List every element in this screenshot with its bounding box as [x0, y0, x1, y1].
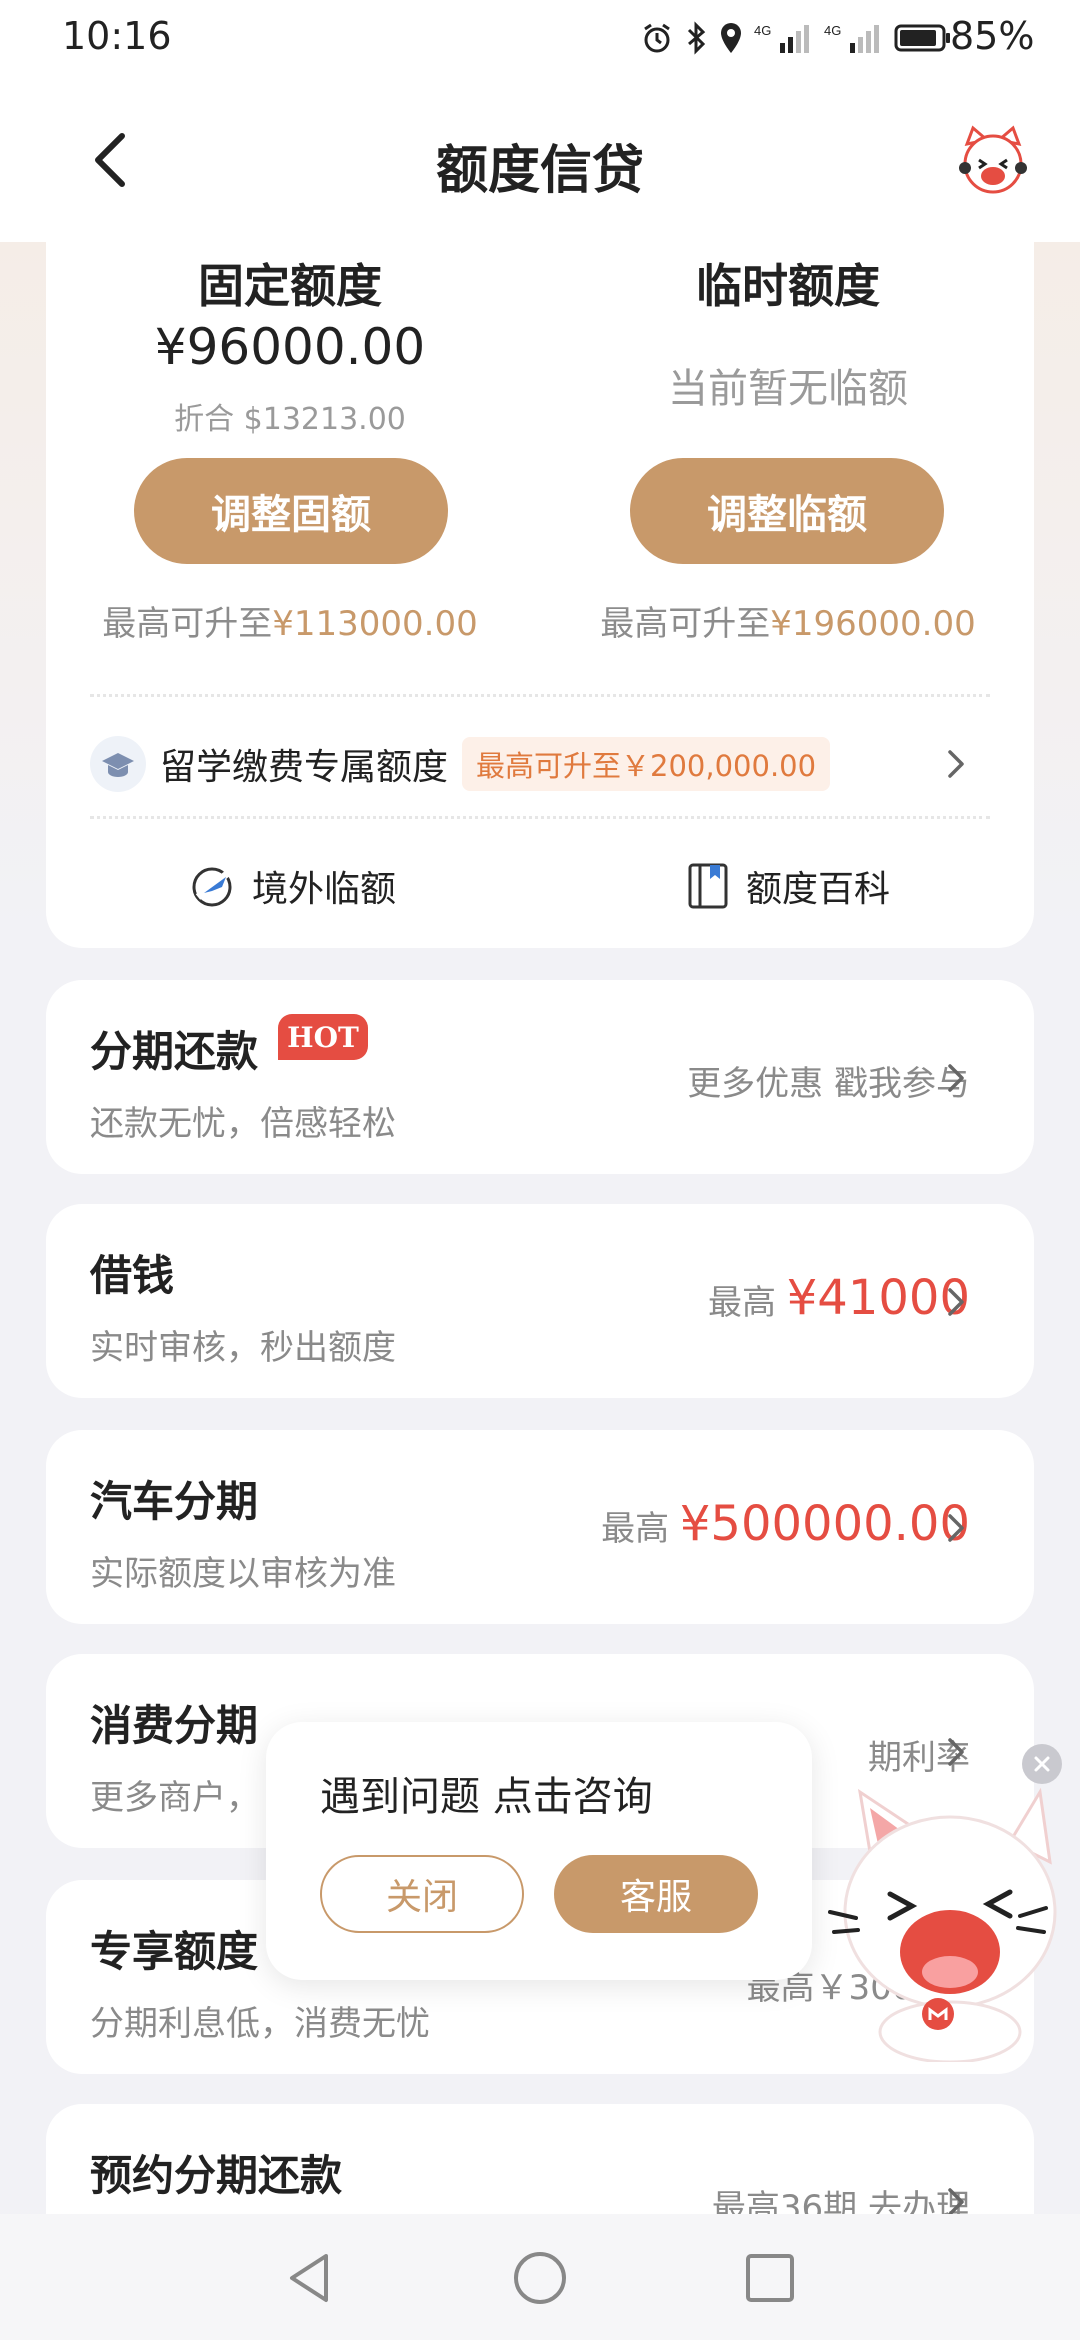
chevron-right-icon: [948, 1514, 964, 1542]
study-abroad-row[interactable]: 留学缴费专属额度 最高可升至￥200,000.00: [90, 730, 990, 798]
battery-icon: [894, 24, 950, 52]
study-abroad-tag: 最高可升至￥200,000.00: [462, 737, 831, 791]
close-icon[interactable]: [1022, 1744, 1062, 1784]
plane-globe-icon: [192, 867, 232, 907]
product-max: 最高 ¥41000: [707, 1270, 970, 1326]
chevron-right-icon: [948, 1064, 964, 1092]
product-title: 汽车分期: [90, 1477, 259, 1526]
hot-badge: HOT: [278, 1014, 368, 1060]
quota-encyclopedia-label: 额度百科: [746, 869, 891, 910]
battery-percent: 85%: [950, 14, 1035, 58]
svg-text:4G: 4G: [754, 23, 771, 38]
product-title: 借钱: [90, 1251, 175, 1300]
temp-quota-empty: 当前暂无临额: [668, 366, 908, 412]
product-title: 预约分期还款: [90, 2151, 343, 2200]
overseas-temp-quota-label: 境外临额: [252, 869, 397, 910]
bluetooth-icon: [687, 21, 706, 55]
fixed-quota-converted: 折合 $13213.00: [174, 402, 406, 437]
overseas-temp-quota-link[interactable]: 境外临额: [190, 854, 396, 918]
mascot-cat-icon[interactable]: [820, 1782, 1070, 2062]
product-subtitle: 更多商户，: [90, 1778, 260, 1818]
product-title: 分期还款: [90, 1027, 259, 1076]
page-title: 额度信贷: [435, 141, 644, 201]
svg-text:4G: 4G: [824, 23, 841, 38]
book-icon: [688, 863, 728, 909]
divider: [90, 694, 990, 697]
fixed-quota-amount: ¥96000.00: [154, 318, 426, 376]
chevron-right-icon: [948, 750, 964, 778]
product-price: ¥500000.00: [679, 1496, 970, 1552]
temp-quota-max: 最高可升至¥196000.00: [600, 604, 976, 644]
graduation-cap-icon: [90, 736, 146, 792]
location-icon: [721, 23, 741, 53]
adjust-fixed-button[interactable]: 调整固额: [134, 458, 448, 564]
chevron-right-icon: [948, 1288, 964, 1316]
status-icons: 4G 4G: [640, 18, 952, 58]
divider: [90, 816, 990, 819]
help-popup-message: 遇到问题 点击咨询: [320, 1774, 653, 1820]
signal-4g-icon-2: 4G: [824, 23, 879, 53]
nav-recents-icon[interactable]: [744, 2252, 796, 2304]
quota-encyclopedia-link[interactable]: 额度百科: [686, 854, 890, 918]
temp-quota-title: 临时额度: [696, 259, 880, 313]
product-subtitle: 实时审核，秒出额度: [90, 1328, 396, 1368]
close-button[interactable]: 关闭: [320, 1855, 524, 1933]
fixed-quota-title: 固定额度: [198, 259, 382, 313]
mascot-avatar-icon[interactable]: [955, 124, 1031, 200]
help-popup: [266, 1722, 812, 1980]
alarm-icon: [644, 23, 670, 53]
product-title: 消费分期: [90, 1701, 259, 1750]
product-title: 专享额度: [90, 1927, 259, 1976]
adjust-temp-button[interactable]: 调整临额: [630, 458, 944, 564]
fixed-quota-max: 最高可升至¥113000.00: [102, 604, 478, 644]
product-promo: 更多优惠 戳我参与: [687, 1064, 970, 1104]
product-subtitle: 还款无忧，倍感轻松: [90, 1104, 396, 1144]
nav-back-icon[interactable]: [284, 2250, 334, 2306]
signal-4g-icon: 4G: [754, 23, 809, 53]
nav-home-icon[interactable]: [512, 2250, 568, 2306]
chevron-right-icon: [948, 1738, 964, 1766]
product-subtitle: 实际额度以审核为准: [90, 1554, 396, 1594]
status-time: 10:16: [62, 14, 172, 58]
product-max: 最高 ¥500000.00: [601, 1496, 970, 1552]
study-abroad-label: 留学缴费专属额度: [160, 747, 449, 788]
customer-service-button[interactable]: 客服: [554, 1855, 758, 1933]
product-subtitle: 分期利息低，消费无忧: [90, 2004, 430, 2044]
